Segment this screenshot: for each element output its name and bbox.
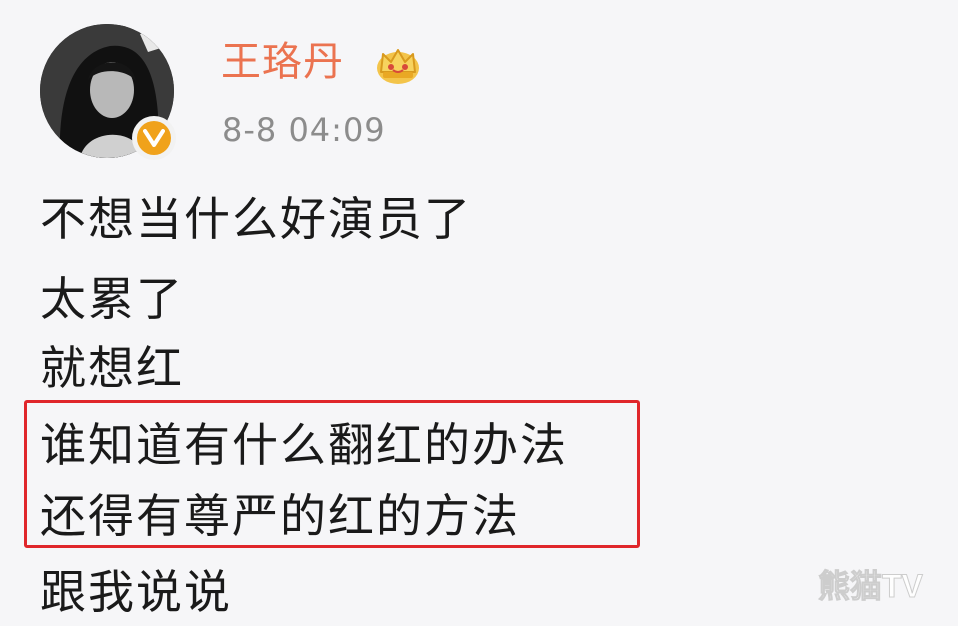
crown-icon[interactable] bbox=[375, 42, 421, 86]
author-name[interactable]: 王珞丹 bbox=[221, 36, 344, 88]
post-text-line-1: 不想当什么好演员了 bbox=[40, 192, 472, 246]
weibo-post: 王珞丹 8-8 04:09 不想当什么好演员了 太累了 就想红 谁知道有什么翻红… bbox=[0, 0, 958, 626]
post-text-line-2: 太累了 bbox=[40, 272, 184, 326]
post-text-line-6: 跟我说说 bbox=[40, 565, 232, 619]
post-text-line-3: 就想红 bbox=[40, 341, 184, 395]
author-avatar-group[interactable] bbox=[40, 24, 176, 160]
post-timestamp: 8-8 04:09 bbox=[222, 111, 386, 149]
watermark: 熊猫TV bbox=[818, 568, 924, 605]
highlight-box bbox=[24, 400, 640, 548]
verified-v-icon bbox=[132, 116, 176, 160]
